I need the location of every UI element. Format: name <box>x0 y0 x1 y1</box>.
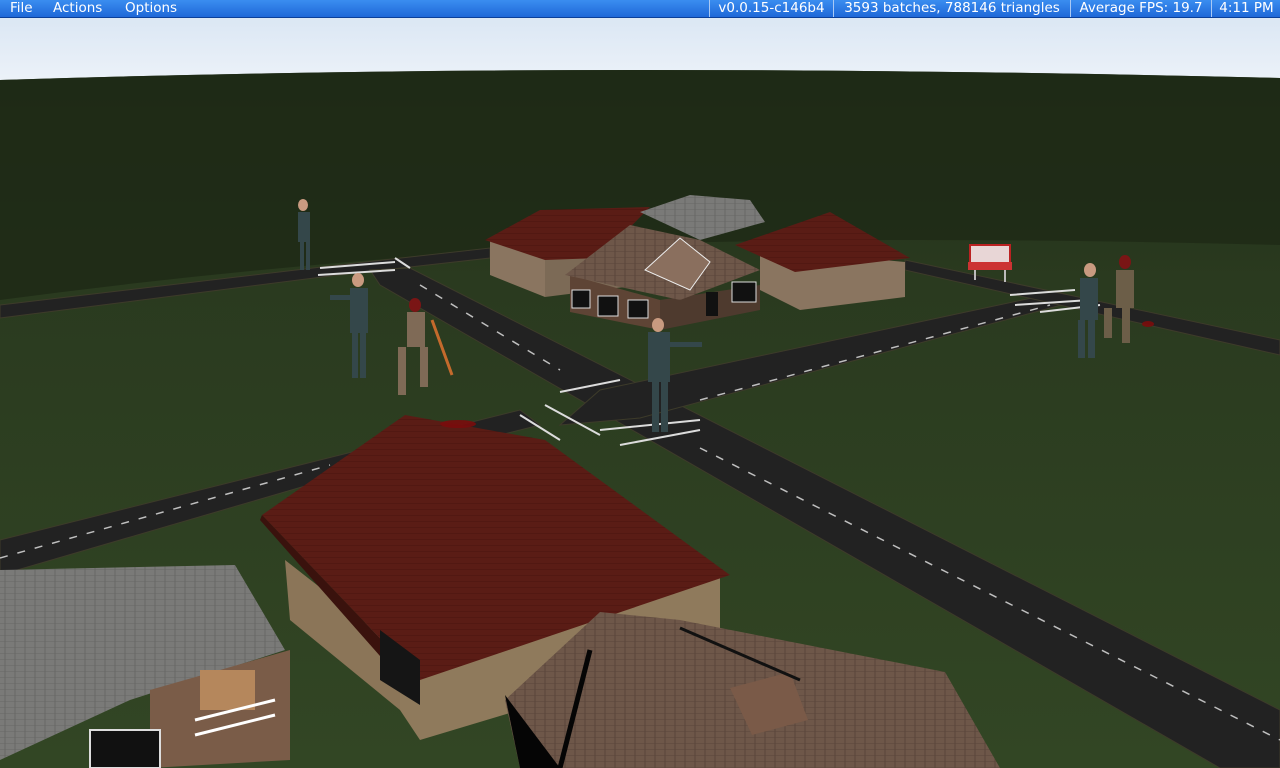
fps-label: Average FPS: 19.7 <box>1070 0 1211 17</box>
house-foreground-grey <box>0 565 290 768</box>
menu-options[interactable]: Options <box>125 0 177 17</box>
clock-label: 4:11 PM <box>1211 0 1280 17</box>
menu-actions[interactable]: Actions <box>53 0 102 17</box>
3d-scene[interactable] <box>0 18 1280 768</box>
render-stats-label: 3593 batches, 788146 triangles <box>833 0 1070 17</box>
menu-bar: File Actions Options v0.0.15-c146b4 3593… <box>0 0 1280 18</box>
game-viewport[interactable] <box>0 18 1280 768</box>
menu-file[interactable]: File <box>10 0 33 17</box>
version-label: v0.0.15-c146b4 <box>709 0 833 17</box>
